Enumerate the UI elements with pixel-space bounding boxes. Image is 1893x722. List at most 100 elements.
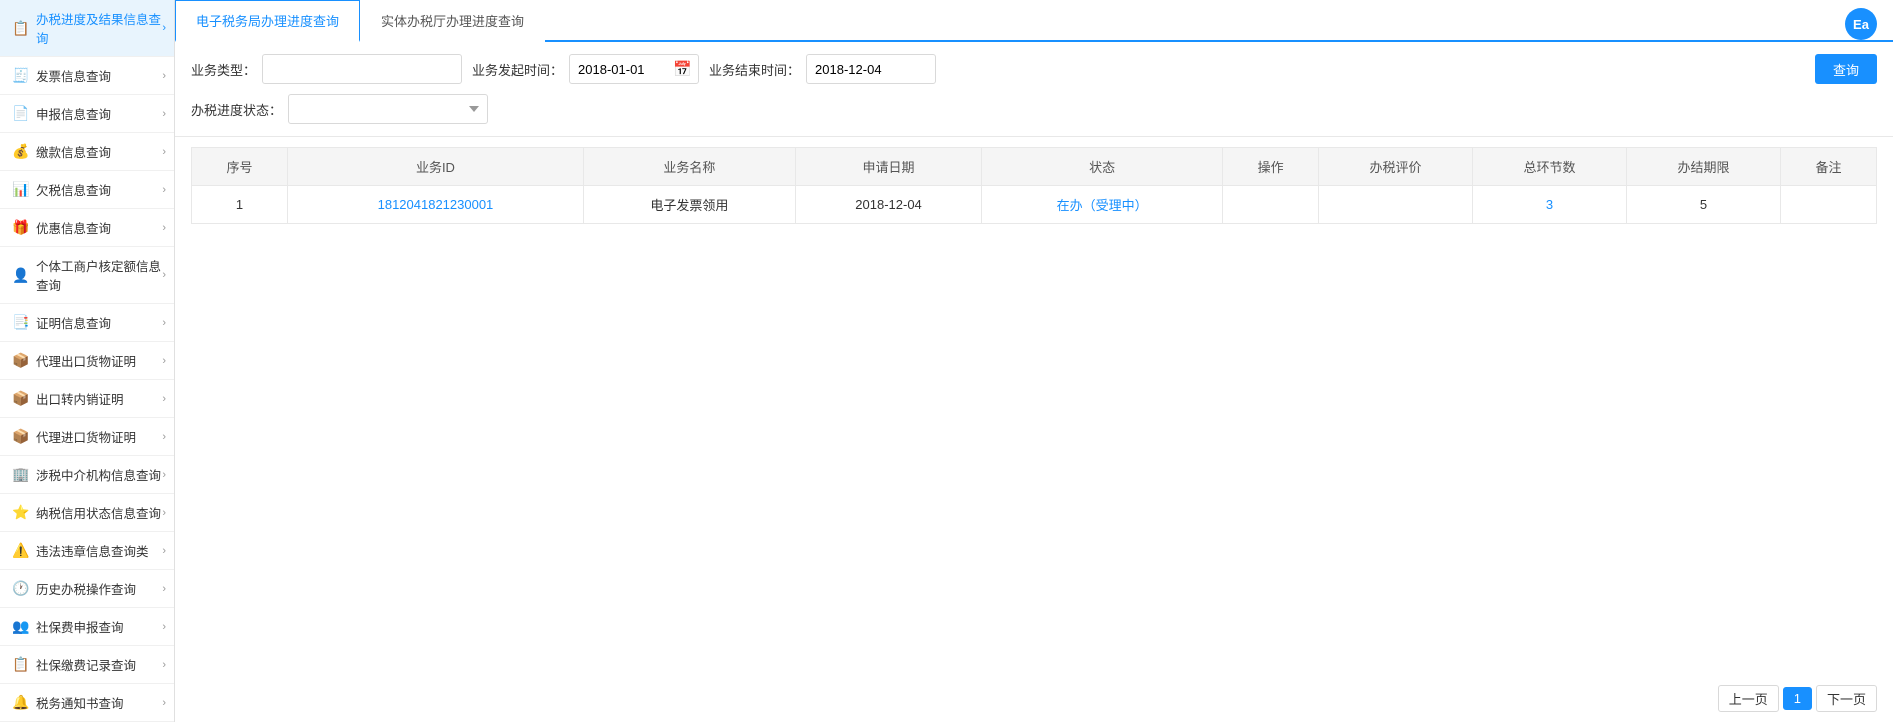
sidebar-icon-jiao-kuan: 💰	[12, 143, 30, 161]
sidebar-icon-qian-shui: 📊	[12, 181, 30, 199]
progress-state-select[interactable]	[288, 94, 488, 124]
sidebar-item-jiao-kuan[interactable]: 💰 缴款信息查询 ›	[0, 133, 174, 171]
sidebar-label-she-bao-shen: 社保费申报查询	[36, 617, 164, 636]
table-cell: 电子发票领用	[583, 186, 795, 224]
col-header: 序号	[192, 148, 288, 186]
sidebar-arrow-ge-ti: ›	[162, 269, 166, 281]
sidebar-item-zhuan-nei[interactable]: 📦 出口转内销证明 ›	[0, 380, 174, 418]
sidebar-item-you-hui[interactable]: 🎁 优惠信息查询 ›	[0, 209, 174, 247]
col-header: 总环节数	[1473, 148, 1627, 186]
sidebar-label-ge-ti: 个体工商户核定额信息查询	[36, 256, 164, 294]
main-content: 电子税务局办理进度查询实体办税厅办理进度查询 业务类型： 业务发起时间： 📅 业…	[175, 0, 1893, 722]
start-date-input[interactable]	[569, 54, 699, 84]
sidebar: 📋 办税进度及结果信息查询 › 🧾 发票信息查询 › 📄 申报信息查询 › 💰 …	[0, 0, 175, 722]
sidebar-item-she-bao-ji[interactable]: 📋 社保缴费记录查询 ›	[0, 646, 174, 684]
sidebar-icon-zheng-ming: 📑	[12, 314, 30, 332]
tabs: 电子税务局办理进度查询实体办税厅办理进度查询	[175, 0, 1893, 42]
sidebar-item-she-shui[interactable]: 🏢 涉税中介机构信息查询 ›	[0, 456, 174, 494]
current-page-button[interactable]: 1	[1783, 687, 1812, 710]
table-cell	[1780, 186, 1876, 224]
table-wrap: 序号业务ID业务名称申请日期状态操作办税评价总环节数办结期限备注 1181204…	[175, 137, 1893, 675]
data-table: 序号业务ID业务名称申请日期状态操作办税评价总环节数办结期限备注 1181204…	[191, 147, 1877, 224]
sidebar-icon-chu-kou: 📦	[12, 352, 30, 370]
sidebar-arrow-jin-kou: ›	[162, 431, 166, 443]
progress-state-label: 办税进度状态：	[191, 100, 282, 119]
table-head: 序号业务ID业务名称申请日期状态操作办税评价总环节数办结期限备注	[192, 148, 1877, 186]
sidebar-label-she-shui: 涉税中介机构信息查询	[36, 465, 164, 484]
col-header: 业务名称	[583, 148, 795, 186]
sidebar-arrow-wei-fa: ›	[162, 545, 166, 557]
end-time-label: 业务结束时间：	[709, 60, 800, 79]
table-body: 11812041821230001电子发票领用2018-12-04在办（受理中）…	[192, 186, 1877, 224]
table-cell: 2018-12-04	[795, 186, 981, 224]
sidebar-arrow-zhuan-nei: ›	[162, 393, 166, 405]
sidebar-label-jin-kou: 代理进口货物证明	[36, 427, 164, 446]
sidebar-item-chu-kou[interactable]: 📦 代理出口货物证明 ›	[0, 342, 174, 380]
sidebar-item-jin-kou[interactable]: 📦 代理进口货物证明 ›	[0, 418, 174, 456]
tab-shi-ti[interactable]: 实体办税厅办理进度查询	[360, 0, 545, 42]
business-type-group: 业务类型：	[191, 54, 462, 84]
pagination: 上一页 1 下一页	[175, 675, 1893, 722]
sidebar-label-xin-yong: 纳税信用状态信息查询	[36, 503, 164, 522]
sidebar-icon-fa-piao: 🧾	[12, 67, 30, 85]
sidebar-item-li-shi[interactable]: 🕐 历史办税操作查询 ›	[0, 570, 174, 608]
sidebar-label-tong-zhi: 税务通知书查询	[36, 693, 164, 712]
sidebar-arrow-shen-bao: ›	[162, 108, 166, 120]
sidebar-item-ge-ti[interactable]: 👤 个体工商户核定额信息查询 ›	[0, 247, 174, 304]
business-type-input[interactable]	[262, 54, 462, 84]
user-avatar[interactable]: Ea	[1845, 8, 1877, 40]
col-header: 办税评价	[1319, 148, 1473, 186]
sidebar-arrow-fa-piao: ›	[162, 70, 166, 82]
col-header: 备注	[1780, 148, 1876, 186]
table-row: 11812041821230001电子发票领用2018-12-04在办（受理中）…	[192, 186, 1877, 224]
sidebar-item-she-bao-shen[interactable]: 👥 社保费申报查询 ›	[0, 608, 174, 646]
sidebar-label-wei-fa: 违法违章信息查询类	[36, 541, 164, 560]
business-type-label: 业务类型：	[191, 60, 256, 79]
table-cell	[1223, 186, 1319, 224]
sidebar-icon-wei-fa: ⚠️	[12, 542, 30, 560]
table-cell[interactable]: 1812041821230001	[287, 186, 583, 224]
sidebar-item-shen-bao[interactable]: 📄 申报信息查询 ›	[0, 95, 174, 133]
sidebar-item-fa-piao[interactable]: 🧾 发票信息查询 ›	[0, 57, 174, 95]
table-cell[interactable]: 3	[1473, 186, 1627, 224]
next-page-button[interactable]: 下一页	[1816, 685, 1877, 712]
end-time-group: 业务结束时间：	[709, 54, 936, 84]
filter-row-1: 业务类型： 业务发起时间： 📅 业务结束时间： 查询	[191, 54, 1877, 84]
progress-state-group: 办税进度状态：	[191, 94, 488, 124]
sidebar-label-zhuan-nei: 出口转内销证明	[36, 389, 164, 408]
end-date-input[interactable]	[806, 54, 936, 84]
sidebar-icon-she-shui: 🏢	[12, 466, 30, 484]
sidebar-icon-ge-ti: 👤	[12, 266, 30, 284]
sidebar-arrow-she-shui: ›	[162, 469, 166, 481]
sidebar-label-shen-bao: 申报信息查询	[36, 104, 164, 123]
col-header: 办结期限	[1626, 148, 1780, 186]
sidebar-item-zheng-ming[interactable]: 📑 证明信息查询 ›	[0, 304, 174, 342]
query-button[interactable]: 查询	[1815, 54, 1877, 84]
sidebar-icon-ban-jing: 📋	[12, 19, 30, 37]
sidebar-item-xin-yong[interactable]: ⭐ 纳税信用状态信息查询 ›	[0, 494, 174, 532]
sidebar-label-she-bao-ji: 社保缴费记录查询	[36, 655, 164, 674]
sidebar-arrow-you-hui: ›	[162, 222, 166, 234]
sidebar-arrow-qian-shui: ›	[162, 184, 166, 196]
tab-dian-zi[interactable]: 电子税务局办理进度查询	[175, 0, 360, 42]
sidebar-arrow-jiao-kuan: ›	[162, 146, 166, 158]
sidebar-arrow-zheng-ming: ›	[162, 317, 166, 329]
sidebar-item-qian-shui[interactable]: 📊 欠税信息查询 ›	[0, 171, 174, 209]
sidebar-label-ban-jing: 办税进度及结果信息查询	[36, 9, 164, 47]
sidebar-item-ban-jing[interactable]: 📋 办税进度及结果信息查询 ›	[0, 0, 174, 57]
filter-row-2: 办税进度状态：	[191, 94, 1877, 124]
sidebar-arrow-chu-kou: ›	[162, 355, 166, 367]
prev-page-button[interactable]: 上一页	[1718, 685, 1779, 712]
table-cell[interactable]: 在办（受理中）	[982, 186, 1223, 224]
table-cell: 5	[1626, 186, 1780, 224]
start-date-wrap: 📅	[569, 54, 699, 84]
col-header: 申请日期	[795, 148, 981, 186]
sidebar-item-wei-fa[interactable]: ⚠️ 违法违章信息查询类 ›	[0, 532, 174, 570]
sidebar-arrow-she-bao-ji: ›	[162, 659, 166, 671]
sidebar-item-tong-zhi[interactable]: 🔔 税务通知书查询 ›	[0, 684, 174, 722]
sidebar-icon-zhuan-nei: 📦	[12, 390, 30, 408]
sidebar-arrow-xin-yong: ›	[162, 507, 166, 519]
sidebar-icon-she-bao-ji: 📋	[12, 656, 30, 674]
start-time-group: 业务发起时间： 📅	[472, 54, 699, 84]
sidebar-icon-shen-bao: 📄	[12, 105, 30, 123]
